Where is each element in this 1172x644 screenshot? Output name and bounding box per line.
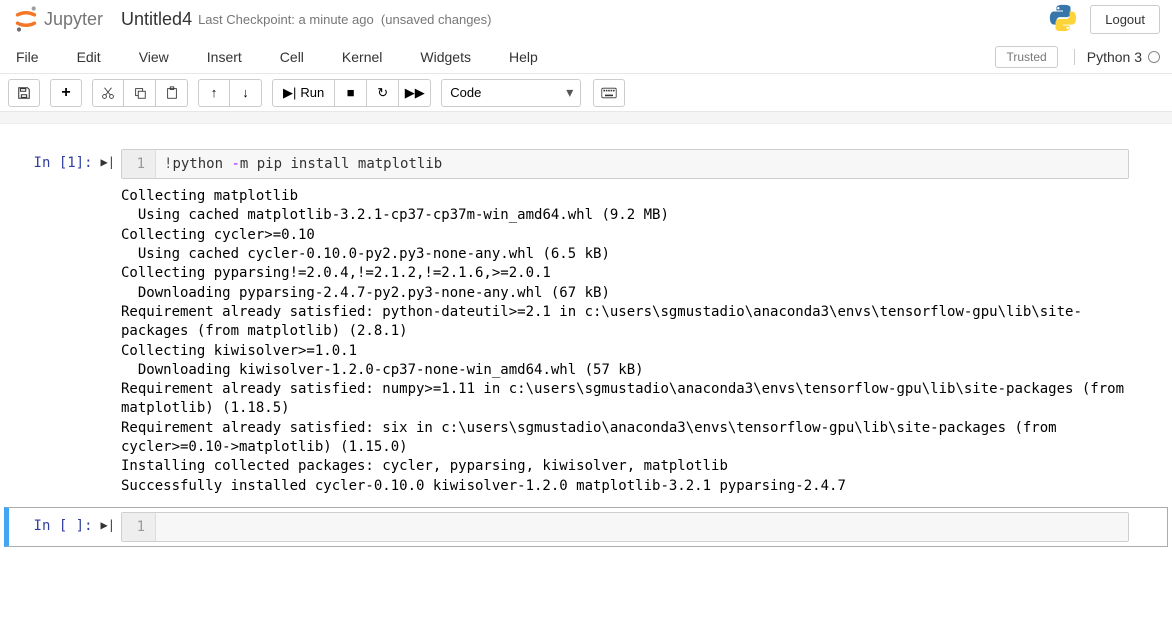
run-cell-icon[interactable]: ▶| [101,155,115,496]
move-up-button[interactable]: ↑ [198,79,230,107]
prompt-text: In [ ]: [34,518,93,542]
run-cell-icon[interactable]: ▶| [101,518,115,542]
menu-file[interactable]: File [12,43,55,71]
restart-icon: ↻ [377,85,388,101]
arrow-up-icon: ↑ [211,85,218,100]
logo-text: Jupyter [44,9,103,30]
stop-button[interactable]: ■ [335,79,367,107]
save-button[interactable] [8,79,40,107]
celltype-select[interactable]: Code [441,79,581,107]
fast-forward-icon: ▶▶ [405,85,425,101]
menu-cell[interactable]: Cell [276,43,320,71]
checkpoint-text: Last Checkpoint: a minute ago (unsaved c… [198,12,491,27]
notebook-name[interactable]: Untitled4 [121,9,192,30]
keyboard-icon [601,87,617,99]
code-content[interactable] [156,513,1128,541]
prompt-text: In [1]: [34,155,93,496]
input-prompt: In [1]: ▶| [11,149,121,496]
cut-icon [101,86,115,100]
restart-button[interactable]: ↻ [367,79,399,107]
arrow-down-icon: ↓ [242,85,249,100]
command-palette-button[interactable] [593,79,625,107]
code-cell[interactable]: In [ ]: ▶| 1 [4,507,1168,547]
kernel-indicator[interactable]: Python 3 [1074,49,1160,65]
code-input-area[interactable]: 1 [121,512,1129,542]
jupyter-logo[interactable]: Jupyter [12,5,103,33]
paste-icon [165,86,179,100]
play-step-icon: ▶| [283,85,296,101]
fast-forward-button[interactable]: ▶▶ [399,79,431,107]
menubar: File Edit View Insert Cell Kernel Widget… [0,40,1172,74]
menu-kernel[interactable]: Kernel [338,43,398,71]
gap-bar [0,112,1172,124]
menu-widgets[interactable]: Widgets [416,43,487,71]
add-cell-button[interactable]: + [50,79,82,107]
input-prompt: In [ ]: ▶| [11,512,121,542]
code-cell[interactable]: In [1]: ▶| 1 !python -m pip install matp… [4,144,1168,501]
line-gutter: 1 [122,150,156,178]
stop-icon: ■ [347,85,355,100]
move-down-button[interactable]: ↓ [230,79,262,107]
menu-insert[interactable]: Insert [203,43,258,71]
code-input-area[interactable]: 1 !python -m pip install matplotlib [121,149,1129,179]
code-content[interactable]: !python -m pip install matplotlib [156,150,1128,178]
copy-button[interactable] [124,79,156,107]
cut-button[interactable] [92,79,124,107]
paste-button[interactable] [156,79,188,107]
menu-help[interactable]: Help [505,43,554,71]
save-icon [17,86,31,100]
menu-edit[interactable]: Edit [73,43,117,71]
kernel-name-text: Python 3 [1087,49,1142,65]
line-gutter: 1 [122,513,156,541]
header: Jupyter Untitled4 Last Checkpoint: a min… [0,0,1172,40]
trusted-badge[interactable]: Trusted [995,46,1057,68]
logout-button[interactable]: Logout [1090,5,1160,34]
notebook-container: In [1]: ▶| 1 !python -m pip install matp… [0,124,1172,573]
run-button[interactable]: ▶| Run [272,79,335,107]
copy-icon [133,86,147,100]
kernel-status-icon [1148,51,1160,63]
python-icon [1048,3,1078,36]
jupyter-icon [12,5,40,33]
run-label: Run [300,85,324,100]
toolbar: + ↑ ↓ ▶| Run ■ ↻ ▶▶ Code [0,74,1172,112]
plus-icon: + [61,84,70,102]
menu-view[interactable]: View [135,43,185,71]
cell-output: Collecting matplotlib Using cached matpl… [121,179,1129,496]
